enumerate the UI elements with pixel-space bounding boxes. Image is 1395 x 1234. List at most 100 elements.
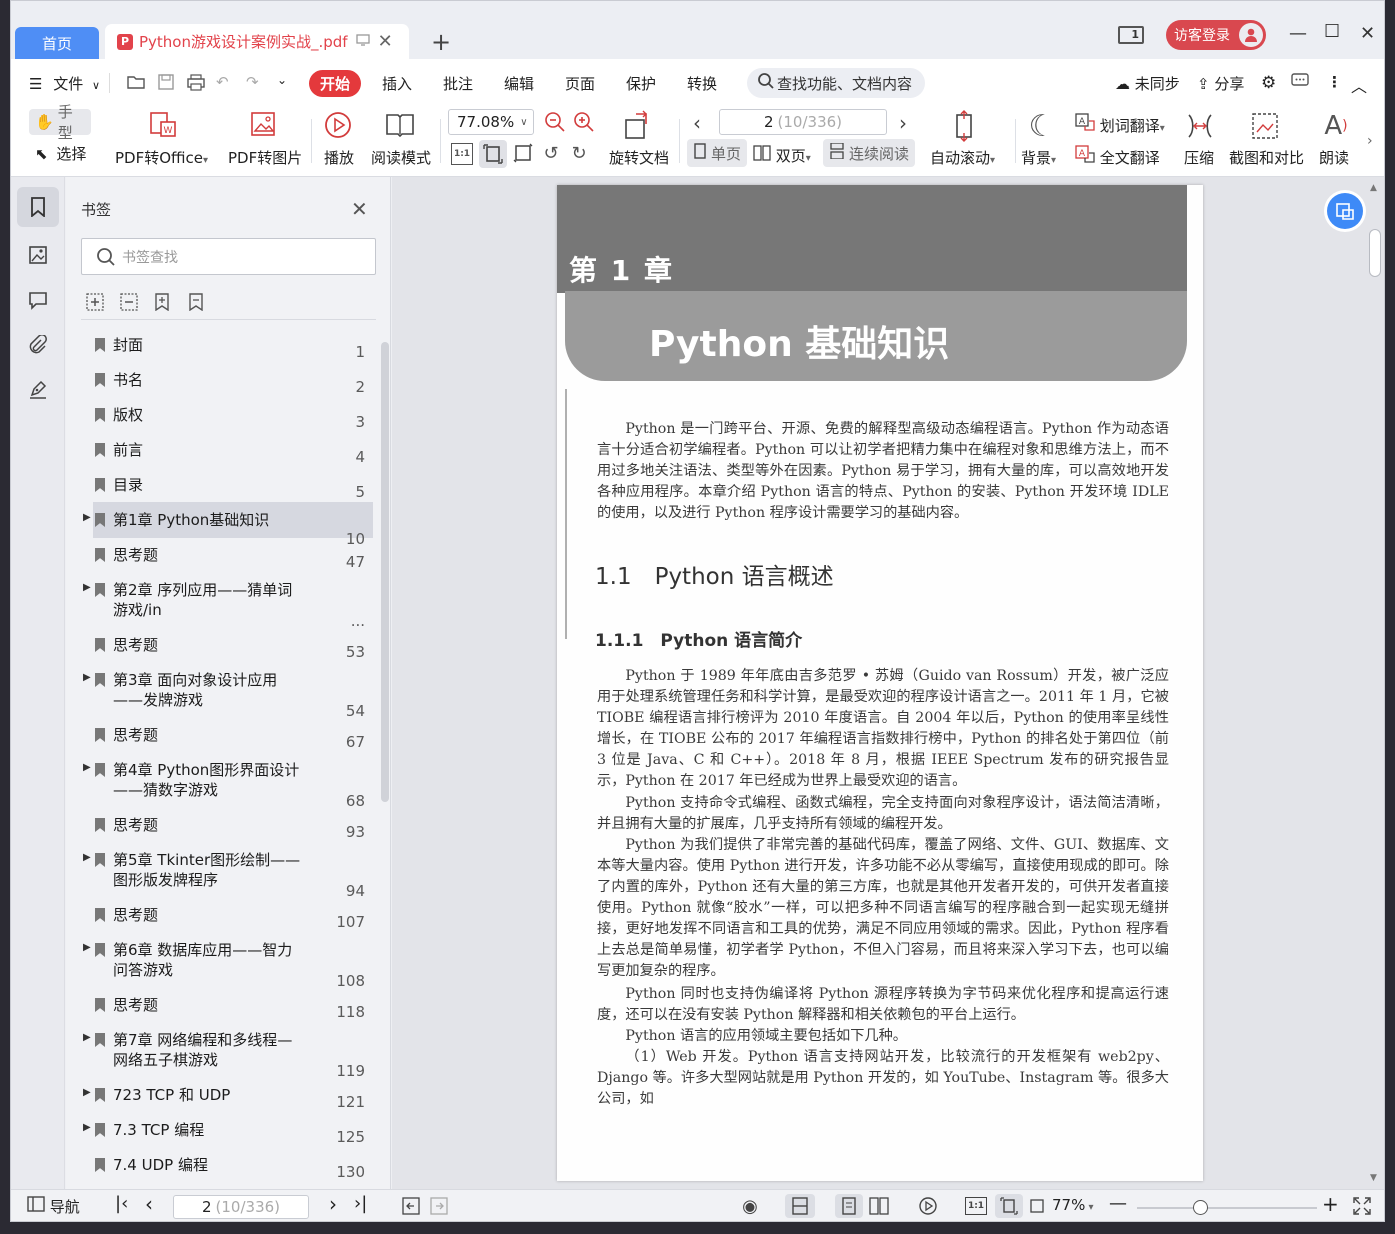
function-search[interactable]: 查找功能、文档内容 [747, 68, 925, 98]
bookmark-item[interactable]: 目录 5 [93, 475, 373, 501]
bookmark-item[interactable]: 思考题 47 [93, 545, 373, 571]
play-button[interactable]: 播放 [324, 147, 354, 168]
double-page-button[interactable]: 双页▾ [753, 145, 811, 166]
collapse-all-icon[interactable] [120, 293, 138, 315]
tab-home[interactable]: 首页 [15, 27, 99, 59]
prev-page-icon[interactable]: ‹ [693, 111, 701, 135]
minimize-icon[interactable]: — [1289, 23, 1307, 44]
bookmark-item[interactable]: 前言 4 [93, 440, 373, 466]
file-menu[interactable]: ☰ 文件 ∨ [29, 73, 100, 94]
last-page-icon[interactable]: ›| [354, 1193, 367, 1214]
status-page-input[interactable]: 2 (10/336) [173, 1195, 309, 1219]
scroll-down-icon[interactable]: ▼ [1370, 1173, 1377, 1183]
more-icon[interactable]: ⋮ [1327, 73, 1342, 91]
bookmark-scrollbar[interactable] [381, 342, 389, 802]
expand-all-icon[interactable] [86, 293, 104, 315]
new-tab-button[interactable]: + [431, 27, 451, 57]
zoom-out-icon[interactable] [544, 111, 566, 133]
bookmark-item[interactable]: 版权 3 [93, 405, 373, 431]
auto-scroll-button[interactable]: 自动滚动▾ [930, 147, 995, 168]
undo-icon[interactable]: ↶ [216, 73, 229, 91]
reading-layout-icon[interactable]: 1 [1118, 26, 1144, 44]
zoom-slider-thumb[interactable] [1193, 1200, 1208, 1215]
forward-view-icon[interactable] [429, 1194, 449, 1218]
attachment-panel-button[interactable] [17, 325, 59, 365]
document-scrollbar[interactable] [1369, 229, 1381, 277]
floating-tool-button[interactable] [1327, 193, 1363, 229]
bookmark-item[interactable]: ▶ 第4章 Python图形界面设计——猜数字游戏 68 [83, 760, 373, 810]
open-folder-icon[interactable] [126, 73, 146, 95]
fit-page-icon[interactable] [995, 1194, 1023, 1218]
bookmark-item[interactable]: ▶ 7.3 TCP 编程 125 [83, 1120, 373, 1146]
compress-button[interactable]: 压缩 [1184, 147, 1214, 168]
bookmark-item[interactable]: ▶ 723 TCP 和 UDP 121 [83, 1085, 373, 1111]
share-button[interactable]: ⇪ 分享 [1197, 73, 1244, 94]
pdf-to-image-button[interactable]: PDF转图片 [228, 147, 302, 168]
close-panel-icon[interactable]: ✕ [351, 197, 368, 221]
add-bookmark-icon[interactable] [154, 293, 170, 315]
maximize-icon[interactable]: ☐ [1324, 21, 1340, 42]
bookmark-item[interactable]: 思考题 53 [93, 635, 373, 661]
bookmark-item[interactable]: 书名 2 [93, 370, 373, 396]
next-page-icon[interactable]: › [899, 111, 907, 135]
background-button[interactable]: 背景▾ [1021, 147, 1056, 168]
rotate-left-icon[interactable]: ↺ [539, 141, 563, 165]
prev-page-icon[interactable]: ‹ [145, 1192, 153, 1216]
select-tool-button[interactable]: ⬉ 选择 [35, 143, 86, 164]
collapse-ribbon-icon[interactable]: ︿ [1351, 73, 1367, 97]
menu-edit[interactable]: 编辑 [504, 73, 534, 94]
menu-page[interactable]: 页面 [565, 73, 595, 94]
remove-bookmark-icon[interactable] [188, 293, 204, 315]
expand-arrow-icon[interactable]: ▶ [83, 1032, 91, 1043]
menu-convert[interactable]: 转换 [687, 73, 717, 94]
zoom-slider-track[interactable] [1137, 1207, 1317, 1209]
bookmark-item[interactable]: 思考题 107 [93, 905, 373, 931]
save-icon[interactable] [157, 73, 175, 95]
menu-annotate[interactable]: 批注 [443, 73, 473, 94]
navigation-toggle[interactable]: 导航 [27, 1196, 80, 1217]
fit-width-icon[interactable] [511, 141, 535, 165]
print-icon[interactable] [186, 73, 206, 95]
hand-tool-button[interactable]: ✋ 手型 [29, 103, 91, 142]
guest-login-button[interactable]: 访客登录 [1166, 20, 1266, 50]
read-aloud-button[interactable]: 朗读 [1319, 147, 1349, 168]
first-page-icon[interactable]: |‹ [115, 1193, 128, 1214]
zoom-out-icon[interactable]: — [1109, 1193, 1127, 1214]
single-page-button[interactable]: 单页 [687, 139, 747, 167]
pdf-to-office-button[interactable]: PDF转Office▾ [115, 147, 208, 168]
actual-size-icon[interactable]: 1:1 [965, 1197, 987, 1215]
expand-arrow-icon[interactable]: ▶ [83, 1122, 91, 1133]
expand-arrow-icon[interactable]: ▶ [83, 852, 91, 863]
toolbar-scroll-right-icon[interactable]: › [1367, 133, 1373, 149]
bookmark-item[interactable]: 7.4 UDP 编程 130 [93, 1155, 373, 1181]
bookmark-item[interactable]: 封面 1 [93, 335, 373, 361]
expand-arrow-icon[interactable]: ▶ [83, 762, 91, 773]
close-tab-icon[interactable]: ✕ [378, 31, 393, 52]
bookmark-item[interactable]: ▶ 第1章 Python基础知识 10 [83, 502, 373, 548]
expand-arrow-icon[interactable]: ▶ [83, 672, 91, 683]
screenshot-compare-button[interactable]: 截图和对比 [1229, 147, 1304, 168]
bookmark-item[interactable]: ▶ 第5章 Tkinter图形绘制——图形版发牌程序 94 [83, 850, 373, 900]
scroll-up-icon[interactable]: ▲ [1370, 183, 1377, 193]
bookmark-item[interactable]: 思考题 118 [93, 995, 373, 1021]
sync-status[interactable]: ☁ 未同步 [1115, 73, 1180, 94]
expand-arrow-icon[interactable]: ▶ [83, 582, 91, 593]
expand-arrow-icon[interactable]: ▶ [83, 942, 91, 953]
back-view-icon[interactable] [401, 1194, 421, 1218]
status-zoom-select[interactable]: 77% ▾ [1052, 1196, 1094, 1214]
expand-arrow-icon[interactable]: ▶ [83, 1087, 91, 1098]
zoom-select[interactable]: 77.08% ∨ [448, 109, 534, 135]
read-mode-button[interactable]: 阅读模式 [371, 147, 431, 168]
more-quick-icon[interactable]: ⌄ [277, 73, 287, 87]
close-window-icon[interactable]: ✕ [1360, 23, 1375, 44]
bookmark-item[interactable]: ▶ 第6章 数据库应用——智力问答游戏 108 [83, 940, 373, 990]
menu-start[interactable]: 开始 [309, 70, 361, 97]
bookmark-item[interactable]: ▶ 第2章 序列应用——猜单词游戏/in... [83, 580, 373, 630]
next-page-icon[interactable]: › [329, 1192, 337, 1216]
actual-size-icon[interactable]: 1:1 [451, 143, 473, 165]
word-translate-button[interactable]: A 划词翻译▾ [1075, 113, 1165, 136]
full-translate-button[interactable]: A 全文翻译 [1075, 145, 1160, 168]
continuous-read-button[interactable]: 连续阅读 [823, 139, 915, 167]
zoom-in-icon[interactable] [573, 111, 595, 133]
expand-arrow-icon[interactable]: ▶ [83, 512, 91, 523]
